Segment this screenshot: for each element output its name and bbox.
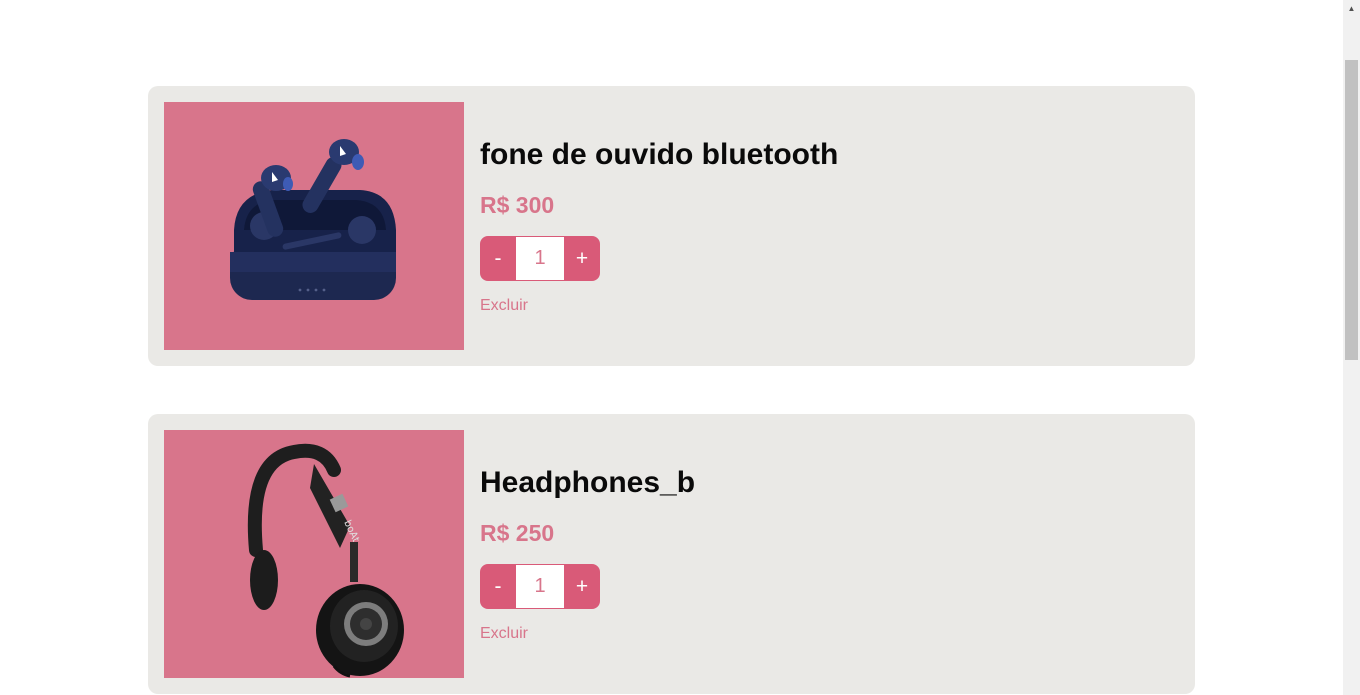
headphones-illustration: boAt bbox=[247, 443, 404, 678]
quantity-input[interactable] bbox=[516, 236, 564, 281]
quantity-stepper: - + bbox=[480, 564, 600, 609]
increase-quantity-button[interactable]: + bbox=[564, 564, 600, 609]
increase-quantity-button[interactable]: + bbox=[564, 236, 600, 281]
decrease-quantity-button[interactable]: - bbox=[480, 236, 516, 281]
product-price: R$ 300 bbox=[480, 192, 555, 218]
scroll-up-arrow-icon[interactable]: ▲ bbox=[1343, 0, 1360, 17]
product-image-headphones: boAt bbox=[164, 430, 464, 678]
product-title: fone de ouvido bluetooth bbox=[480, 138, 839, 171]
remove-item-link[interactable]: Excluir bbox=[480, 297, 528, 315]
cart-item-card: boAt Headphones_b R$ 250 - + bbox=[148, 414, 1195, 694]
quantity-stepper: - + bbox=[480, 236, 600, 281]
cart-item-card: fone de ouvido bluetooth R$ 300 - + Excl… bbox=[148, 86, 1195, 366]
product-price: R$ 250 bbox=[480, 520, 555, 546]
vertical-scrollbar[interactable]: ▲ bbox=[1343, 0, 1360, 695]
decrease-quantity-button[interactable]: - bbox=[480, 564, 516, 609]
product-image-earbuds bbox=[164, 102, 464, 350]
cart-page: fone de ouvido bluetooth R$ 300 - + Excl… bbox=[0, 0, 1343, 695]
quantity-input[interactable] bbox=[516, 564, 564, 609]
product-title: Headphones_b bbox=[480, 466, 696, 499]
remove-item-link[interactable]: Excluir bbox=[480, 625, 528, 643]
earbuds-illustration bbox=[230, 139, 396, 300]
scrollbar-thumb[interactable] bbox=[1345, 60, 1358, 360]
